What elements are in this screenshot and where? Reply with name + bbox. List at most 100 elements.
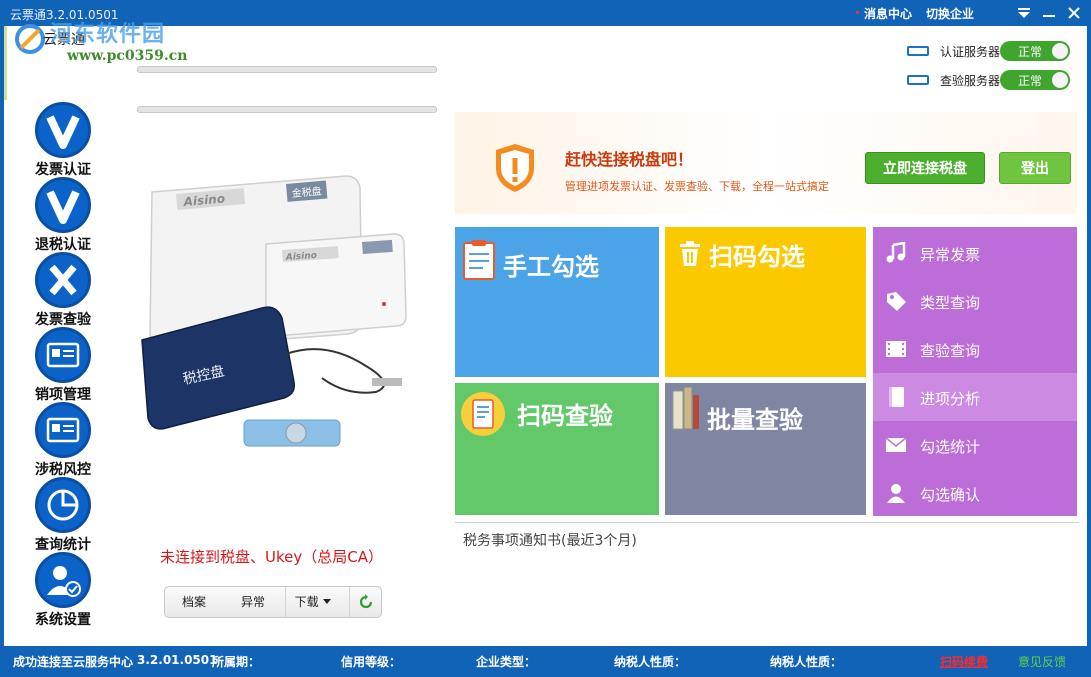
menu-item-label: 勾选统计 bbox=[920, 438, 981, 456]
menu-item-input-analysis[interactable]: 进项分析 bbox=[873, 373, 1077, 421]
tag-icon bbox=[887, 292, 906, 311]
switch-company-link[interactable]: 切换企业 bbox=[926, 5, 974, 22]
status-credit: 信用等级： bbox=[341, 655, 402, 669]
auth-server-status: 正常 bbox=[1018, 45, 1043, 59]
status-company-type: 企业类型： bbox=[476, 655, 537, 669]
sidebar-item-label: 涉税风控 bbox=[35, 462, 91, 478]
watermark-text: 河东软件园 bbox=[50, 21, 166, 47]
download-label: 下载 bbox=[294, 595, 319, 609]
tile-scan-select[interactable]: 扫码勾选 bbox=[665, 227, 866, 377]
auth-server-status-toggle[interactable]: 正常 bbox=[1000, 41, 1070, 61]
menu-item-label: 勾选确认 bbox=[920, 486, 981, 504]
close-icon[interactable] bbox=[1063, 3, 1085, 23]
server-icon bbox=[907, 46, 929, 56]
tile-batch-check[interactable]: 批量查验 bbox=[665, 383, 866, 515]
dropdown-menu-icon[interactable] bbox=[1013, 3, 1035, 23]
connect-disk-button[interactable]: 立即连接税盘 bbox=[865, 152, 985, 184]
tax-notice-title: 税务事项通知书(最近3个月) bbox=[463, 533, 637, 549]
status-connected: 成功连接至云服务中心 bbox=[13, 655, 134, 669]
watermark-logo-icon bbox=[15, 24, 45, 54]
sidebar-item-tax-risk[interactable]: 涉税风控 bbox=[4, 402, 122, 478]
film-icon bbox=[886, 341, 906, 357]
alert-title: 赶快连接税盘吧！ bbox=[565, 150, 694, 169]
sidebar-item-label: 销项管理 bbox=[35, 387, 91, 403]
status-taxpayer-1: 纳税人性质： bbox=[614, 655, 687, 669]
quick-menu: 异常发票 类型查询 查验查询 进项分析 勾选统计 勾选确认 bbox=[873, 227, 1077, 516]
progress-bar-1 bbox=[137, 66, 437, 73]
archive-button[interactable]: 档案 bbox=[165, 587, 223, 617]
sidebar-item-invoice-auth[interactable]: 发票认证 bbox=[4, 102, 122, 178]
check-server-label: 查验服务器 bbox=[940, 74, 1001, 88]
music-note-icon bbox=[886, 242, 906, 263]
books-icon bbox=[672, 386, 699, 430]
check-server-status-toggle[interactable]: 正常 bbox=[1000, 70, 1070, 90]
minimize-icon[interactable] bbox=[1038, 3, 1060, 23]
status-bar: 成功连接至云服务中心 3.2.01.0501 所属期： 信用等级： 企业类型： … bbox=[0, 648, 1091, 677]
sidebar-item-query-stats[interactable]: 查询统计 bbox=[4, 477, 122, 553]
sidebar-item-invoice-check[interactable]: 发票查验 bbox=[4, 252, 122, 328]
v-check-icon bbox=[35, 102, 91, 158]
tile-label: 批量查验 bbox=[707, 406, 803, 434]
refresh-icon bbox=[359, 594, 372, 609]
menu-item-label: 类型查询 bbox=[920, 294, 981, 312]
chevron-down-icon bbox=[323, 599, 332, 604]
status-period: 所属期： bbox=[212, 655, 261, 669]
tile-label: 扫码查验 bbox=[517, 402, 613, 430]
menu-item-label: 异常发票 bbox=[920, 246, 981, 264]
divider bbox=[455, 522, 1079, 523]
watermark-url: www.pc0359.cn bbox=[67, 48, 188, 64]
mail-icon bbox=[885, 437, 907, 452]
menu-item-type-query[interactable]: 类型查询 bbox=[873, 277, 1077, 325]
sidebar-item-label: 退税认证 bbox=[35, 237, 91, 253]
tile-label: 手工勾选 bbox=[503, 253, 599, 281]
menu-item-label: 查验查询 bbox=[920, 342, 981, 360]
connection-warning: 未连接到税盘、Ukey（总局CA） bbox=[160, 548, 383, 566]
pie-chart-icon bbox=[35, 477, 91, 533]
refresh-button[interactable] bbox=[349, 587, 381, 617]
download-button[interactable]: 下载 bbox=[285, 587, 341, 617]
tile-manual-select[interactable]: 手工勾选 bbox=[455, 227, 659, 377]
menu-item-label: 进项分析 bbox=[920, 390, 981, 408]
user-icon bbox=[887, 484, 905, 503]
tile-label: 扫码勾选 bbox=[709, 243, 805, 271]
menu-item-abnormal-invoice[interactable]: 异常发票 bbox=[873, 229, 1077, 277]
book-icon bbox=[889, 387, 904, 407]
warning-shield-icon bbox=[496, 144, 534, 192]
menu-item-check-query[interactable]: 查验查询 bbox=[873, 325, 1077, 373]
menu-item-select-stats[interactable]: 勾选统计 bbox=[873, 421, 1077, 469]
check-server-status: 正常 bbox=[1018, 74, 1043, 88]
sidebar-item-refund-auth[interactable]: 退税认证 bbox=[4, 177, 122, 253]
id-card-icon bbox=[35, 327, 91, 383]
id-card-icon bbox=[35, 402, 91, 458]
scan-renew-link[interactable]: 扫码续费 bbox=[940, 653, 988, 670]
receipt-icon bbox=[461, 392, 505, 436]
exception-button[interactable]: 异常 bbox=[225, 587, 281, 617]
tax-disk-device-image: Aisino 金税盘 Aisino 税控盘 bbox=[141, 175, 407, 447]
sidebar-item-label: 系统设置 bbox=[35, 612, 91, 628]
v-check-icon bbox=[35, 177, 91, 233]
server-icon bbox=[907, 75, 929, 85]
sidebar-item-label: 发票认证 bbox=[35, 162, 91, 178]
sidebar-item-settings[interactable]: 系统设置 bbox=[4, 552, 122, 628]
sidebar-item-label: 查询统计 bbox=[35, 537, 91, 553]
sidebar-item-sales-mgmt[interactable]: 销项管理 bbox=[4, 327, 122, 403]
auth-server-label: 认证服务器 bbox=[940, 45, 1001, 59]
device-action-group: 档案 异常 下载 bbox=[164, 586, 382, 618]
sidebar: 发票认证 退税认证 发票查验 销项管理 涉税风控 查询统计 系统设置 bbox=[4, 100, 122, 644]
feedback-link[interactable]: 意见反馈 bbox=[1018, 653, 1066, 670]
sidebar-item-label: 发票查验 bbox=[35, 312, 91, 328]
notification-dot bbox=[856, 11, 859, 14]
x-cross-icon bbox=[35, 252, 91, 308]
progress-bar-2 bbox=[137, 106, 437, 113]
alert-subtitle: 管理进项发票认证、发票查验、下载，全程一站式搞定 bbox=[565, 180, 829, 193]
clipboard-icon bbox=[463, 240, 495, 280]
menu-item-select-confirm[interactable]: 勾选确认 bbox=[873, 469, 1077, 517]
app-window: 云票通3.2.01.0501 消息中心 切换企业 云票通 河东软件园 www.p… bbox=[0, 0, 1091, 677]
trash-icon bbox=[680, 241, 700, 266]
tile-scan-check[interactable]: 扫码查验 bbox=[455, 383, 659, 515]
status-taxpayer-2: 纳税人性质： bbox=[770, 655, 843, 669]
message-center-link[interactable]: 消息中心 bbox=[864, 5, 912, 22]
user-settings-icon bbox=[35, 552, 91, 608]
logout-button[interactable]: 登出 bbox=[999, 152, 1071, 184]
status-version: 3.2.01.0501 bbox=[137, 653, 218, 667]
